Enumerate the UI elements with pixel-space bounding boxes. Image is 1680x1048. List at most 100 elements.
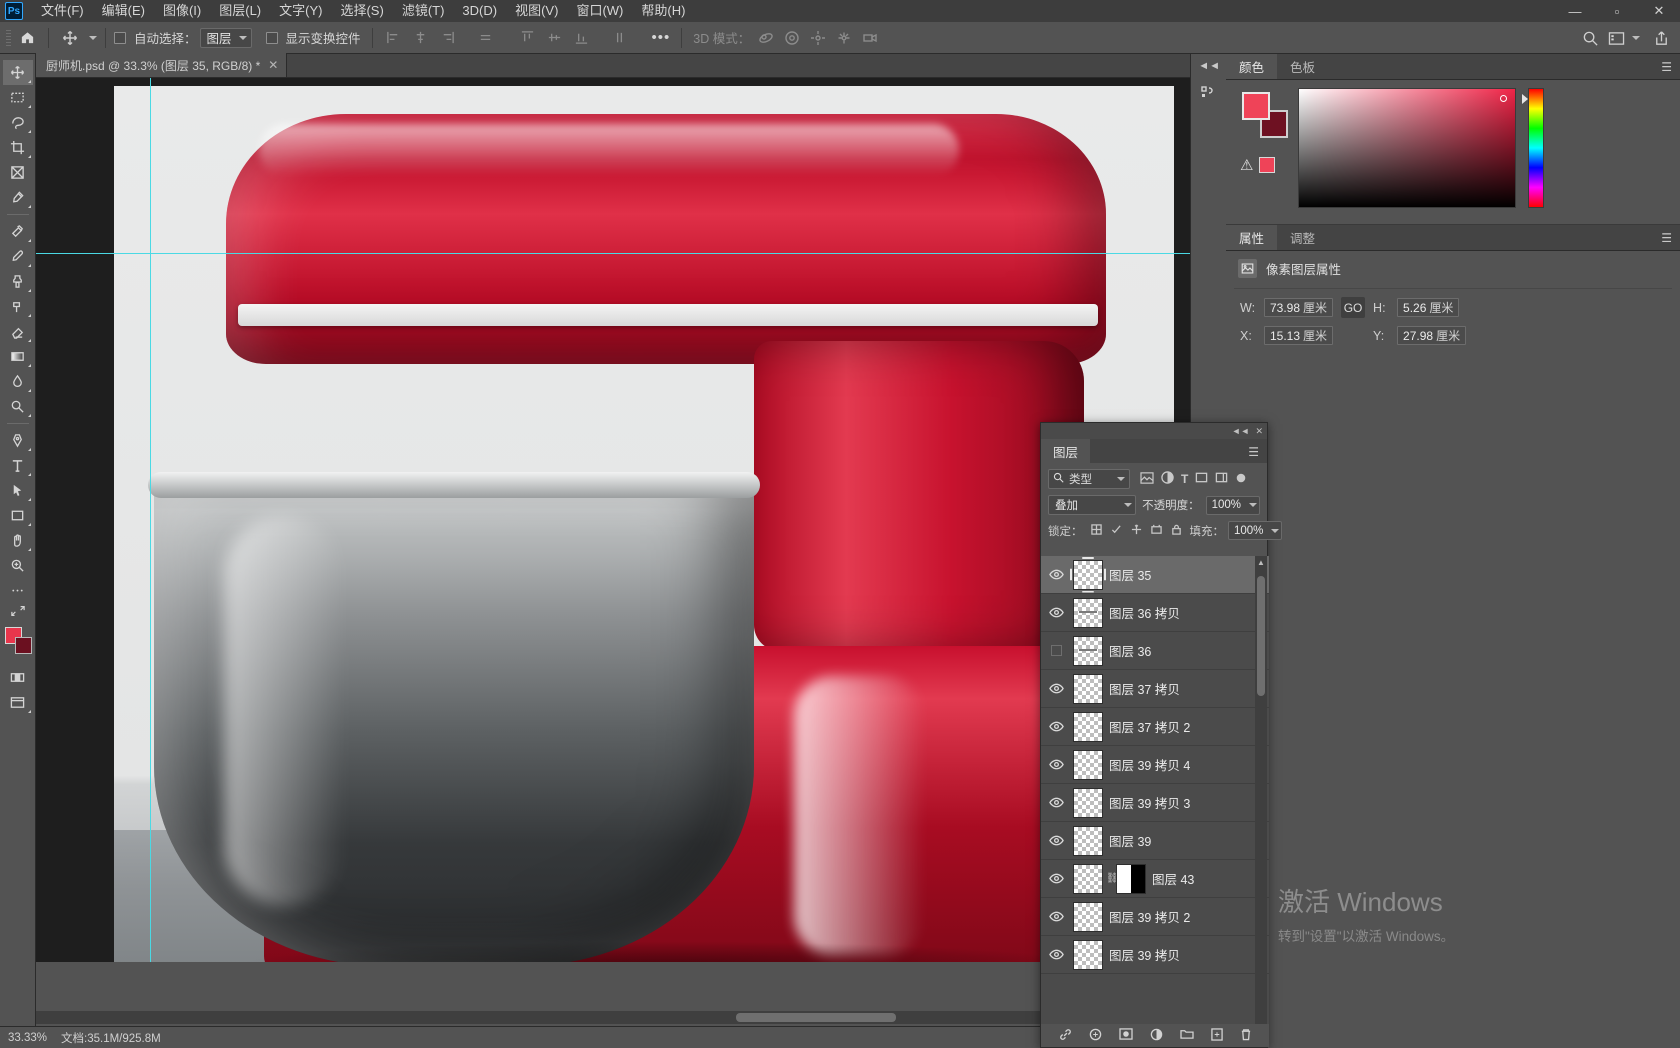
out-of-gamut-swatch[interactable] [1259, 157, 1276, 173]
minimize-button[interactable]: — [1554, 0, 1596, 22]
panel-menu-icon[interactable]: ☰ [1248, 446, 1259, 458]
clone-stamp-tool[interactable] [3, 269, 33, 294]
workspace-chevron-down-icon[interactable] [1632, 36, 1640, 40]
spot-healing-brush-tool[interactable] [3, 219, 33, 244]
layer-thumbnail[interactable] [1073, 939, 1103, 970]
panel-menu-icon[interactable]: ☰ [1661, 232, 1672, 244]
hue-slider[interactable] [1528, 88, 1544, 208]
lock-position-icon[interactable] [1131, 523, 1142, 538]
lock-all-icon[interactable] [1171, 524, 1182, 538]
filter-adjustment-icon[interactable] [1161, 471, 1174, 487]
delete-layer-icon[interactable] [1240, 1028, 1252, 1044]
canvas-area[interactable] [36, 78, 1190, 962]
layer-visibility-icon[interactable] [1045, 873, 1067, 884]
maximize-button[interactable]: ▫ [1596, 0, 1638, 22]
layer-visibility-icon[interactable] [1045, 683, 1067, 694]
3d-slide-icon[interactable] [831, 26, 857, 50]
3d-camera-icon[interactable] [857, 26, 883, 50]
layer-name[interactable]: 图层 35 [1109, 565, 1151, 584]
scroll-up-arrow-icon[interactable]: ▲ [1257, 558, 1265, 567]
tab-properties[interactable]: 属性 [1226, 225, 1278, 250]
align-right-edges-icon[interactable] [435, 26, 461, 50]
type-tool[interactable] [3, 453, 33, 478]
brush-tool[interactable] [3, 244, 33, 269]
align-bottom-edges-icon[interactable] [569, 26, 595, 50]
filter-toggle-icon[interactable] [1235, 472, 1247, 487]
3d-pan-icon[interactable] [805, 26, 831, 50]
menu-filter[interactable]: 滤镜(T) [393, 0, 454, 22]
blend-mode-dropdown[interactable]: 叠加 [1048, 495, 1137, 515]
layer-row[interactable]: 图层 36 拷贝 [1041, 594, 1269, 632]
rectangular-marquee-tool[interactable] [3, 85, 33, 110]
layer-name[interactable]: 图层 39 [1109, 831, 1151, 850]
edit-toolbar-button[interactable] [3, 578, 33, 603]
search-icon[interactable] [1577, 26, 1603, 50]
menu-image[interactable]: 图像(I) [154, 0, 210, 22]
layer-list[interactable]: 图层 35 图层 36 拷贝 图层 36 图层 37 拷贝 图层 37 拷贝 2… [1041, 556, 1269, 1026]
layers-panel-titlebar[interactable]: ◄◄ ✕ [1041, 423, 1267, 439]
layer-row[interactable]: 图层 39 [1041, 822, 1269, 860]
layer-thumbnail[interactable] [1073, 635, 1103, 666]
lasso-tool[interactable] [3, 110, 33, 135]
hand-tool[interactable] [3, 528, 33, 553]
foreground-color-chip[interactable] [1242, 92, 1270, 120]
layer-name[interactable]: 图层 37 拷贝 2 [1109, 717, 1190, 736]
layer-thumbnail[interactable] [1073, 787, 1103, 818]
width-field[interactable]: 73.98 厘米 [1264, 298, 1334, 317]
menu-help[interactable]: 帮助(H) [632, 0, 694, 22]
filter-type-icon[interactable]: T [1181, 472, 1188, 486]
layer-row[interactable]: 图层 39 拷贝 2 [1041, 898, 1269, 936]
layer-thumbnail[interactable] [1073, 673, 1103, 704]
artboard[interactable] [114, 86, 1174, 962]
path-selection-tool[interactable] [3, 478, 33, 503]
move-tool-chevron-down-icon[interactable] [89, 35, 97, 40]
3d-orbit-icon[interactable] [753, 26, 779, 50]
new-layer-icon[interactable] [1210, 1027, 1223, 1044]
link-layers-icon[interactable] [1059, 1028, 1072, 1044]
layer-filter-type-dropdown[interactable]: 类型 [1048, 469, 1130, 489]
dodge-tool[interactable] [3, 394, 33, 419]
crop-tool[interactable] [3, 135, 33, 160]
layer-row[interactable]: 图层 36 [1041, 632, 1269, 670]
scrollbar-thumb[interactable] [736, 1013, 896, 1022]
out-of-gamut-warning[interactable]: ⚠ [1240, 156, 1276, 174]
zoom-level[interactable]: 33.33% [8, 1032, 47, 1044]
panel-menu-icon[interactable]: ☰ [1661, 61, 1672, 73]
lock-artboard-icon[interactable] [1150, 524, 1162, 538]
menu-3d[interactable]: 3D(D) [453, 0, 506, 22]
layer-row[interactable]: 图层 39 拷贝 3 [1041, 784, 1269, 822]
layer-row[interactable]: 图层 37 拷贝 2 [1041, 708, 1269, 746]
menu-type[interactable]: 文字(Y) [270, 0, 331, 22]
zoom-tool[interactable] [3, 553, 33, 578]
layer-row[interactable]: 图层 37 拷贝 [1041, 670, 1269, 708]
add-layer-mask-icon[interactable] [1118, 1028, 1133, 1043]
canvas-horizontal-scrollbar[interactable] [36, 1011, 1190, 1024]
new-fill-adjustment-icon[interactable] [1150, 1028, 1163, 1044]
layer-thumbnail[interactable] [1073, 559, 1103, 590]
layer-visibility-icon[interactable] [1045, 721, 1067, 732]
home-icon[interactable] [14, 26, 40, 50]
menu-layer[interactable]: 图层(L) [210, 0, 270, 22]
workspace-switcher-icon[interactable] [1603, 26, 1629, 50]
blur-tool[interactable] [3, 369, 33, 394]
eyedropper-tool[interactable] [3, 185, 33, 210]
distribute-vertical-icon[interactable] [607, 26, 633, 50]
layer-thumbnail[interactable] [1073, 711, 1103, 742]
show-transform-checkbox[interactable] [265, 31, 278, 44]
opacity-field[interactable]: 100% [1205, 495, 1260, 515]
layer-row[interactable]: 图层 39 拷贝 4 [1041, 746, 1269, 784]
frame-tool[interactable] [3, 160, 33, 185]
quick-mask-toggle[interactable] [3, 665, 33, 690]
gradient-tool[interactable] [3, 344, 33, 369]
layer-comps-icon[interactable] [1195, 80, 1223, 108]
menu-view[interactable]: 视图(V) [506, 0, 567, 22]
layer-name[interactable]: 图层 37 拷贝 [1109, 679, 1180, 698]
layer-visibility-icon[interactable] [1045, 645, 1067, 656]
menu-window[interactable]: 窗口(W) [567, 0, 632, 22]
color-swatches[interactable] [3, 625, 33, 655]
layer-visibility-icon[interactable] [1045, 607, 1067, 618]
filter-shape-icon[interactable] [1195, 471, 1208, 487]
eraser-tool[interactable] [3, 319, 33, 344]
tab-adjustments[interactable]: 调整 [1277, 225, 1329, 250]
layer-thumbnail[interactable] [1073, 597, 1103, 628]
